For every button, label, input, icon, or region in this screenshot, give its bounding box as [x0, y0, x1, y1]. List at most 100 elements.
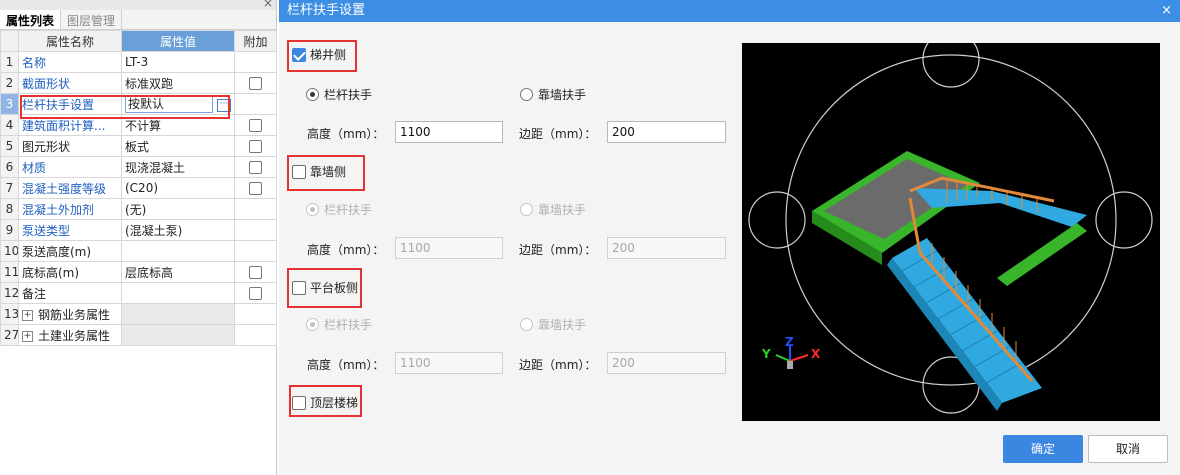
height-input[interactable]: 1100 — [395, 352, 503, 374]
margin-label: 边距（mm）： — [519, 127, 597, 141]
railing-setting-input[interactable]: 按默认 — [125, 95, 213, 113]
table-row[interactable]: 13 + 钢筋业务属性 — [0, 303, 277, 325]
radio-railing[interactable]: 栏杆扶手 — [306, 201, 372, 218]
checkbox-icon[interactable] — [292, 280, 306, 295]
close-icon[interactable]: × — [263, 0, 273, 10]
property-name[interactable]: + 土建业务属性 — [18, 324, 122, 346]
stair-3d-preview[interactable]: Z Y X — [742, 43, 1160, 421]
checkbox-icon[interactable] — [292, 164, 306, 179]
axis-label-z: Z — [785, 335, 794, 349]
property-value[interactable]: 板式 — [121, 135, 235, 157]
tab-layer-management[interactable]: 图层管理 — [61, 10, 123, 29]
margin-input[interactable]: 200 — [607, 121, 726, 143]
viewport-handle-top[interactable] — [922, 43, 980, 88]
property-value[interactable]: (C20) — [121, 177, 235, 199]
radio-railing[interactable]: 栏杆扶手 — [306, 316, 372, 333]
dialog-title-bar: 栏杆扶手设置 × — [279, 0, 1180, 22]
row-number: 9 — [0, 219, 19, 241]
group-label: 顶层楼梯 — [310, 396, 359, 410]
property-value — [121, 324, 235, 346]
table-row[interactable]: 4 建筑面积计算... 不计算 — [0, 114, 277, 136]
property-value — [121, 303, 235, 325]
extra-cell — [234, 114, 277, 136]
radio-icon[interactable] — [520, 203, 533, 216]
viewport-handle-left[interactable] — [748, 191, 806, 249]
property-value[interactable]: LT-3 — [121, 51, 235, 73]
radio-icon[interactable] — [520, 88, 533, 101]
property-name: 底标高(m) — [18, 261, 122, 283]
extra-checkbox[interactable] — [249, 140, 262, 153]
group-platform-side-checkbox[interactable]: 平台板侧 — [292, 279, 358, 296]
cancel-button[interactable]: 取消 — [1088, 435, 1168, 463]
table-row[interactable]: 8 混凝土外加剂 (无) — [0, 198, 277, 220]
extra-checkbox[interactable] — [249, 77, 262, 90]
extra-checkbox[interactable] — [249, 119, 262, 132]
tab-property-list[interactable]: 属性列表 — [0, 10, 62, 29]
table-row[interactable]: 27 + 土建业务属性 — [0, 324, 277, 346]
dialog-title: 栏杆扶手设置 — [287, 3, 366, 18]
table-row[interactable]: 1 名称 LT-3 — [0, 51, 277, 73]
column-header-value: 属性值 — [121, 30, 235, 52]
extra-checkbox[interactable] — [249, 266, 262, 279]
group-label: 靠墙侧 — [310, 165, 347, 179]
close-icon[interactable]: × — [1161, 0, 1172, 22]
height-input[interactable]: 1100 — [395, 237, 503, 259]
table-row[interactable]: 10 泵送高度(m) — [0, 240, 277, 262]
property-name: 泵送高度(m) — [18, 240, 122, 262]
table-row[interactable]: 6 材质 现浇混凝土 — [0, 156, 277, 178]
property-value[interactable]: 层底标高 — [121, 261, 235, 283]
side-beam — [997, 223, 1087, 286]
property-name: 泵送类型 — [18, 219, 122, 241]
height-input[interactable]: 1100 — [395, 121, 503, 143]
table-row[interactable]: 5 图元形状 板式 — [0, 135, 277, 157]
property-value[interactable]: 标准双跑 — [121, 72, 235, 94]
extra-cell — [234, 219, 277, 241]
property-value[interactable]: (无) — [121, 198, 235, 220]
margin-input[interactable]: 200 — [607, 352, 726, 374]
row-number: 3 — [0, 93, 19, 115]
expand-icon[interactable]: + — [22, 309, 33, 321]
property-value[interactable] — [121, 282, 235, 304]
group-label: 梯井侧 — [310, 48, 347, 62]
row-number: 7 — [0, 177, 19, 199]
property-value[interactable]: 不计算 — [121, 114, 235, 136]
table-row[interactable]: 9 泵送类型 (混凝土泵) — [0, 219, 277, 241]
column-header-extra: 附加 — [234, 30, 277, 52]
radio-icon[interactable] — [520, 318, 533, 331]
radio-icon[interactable] — [306, 203, 319, 216]
checkbox-icon[interactable] — [292, 395, 306, 410]
table-row[interactable]: 12 备注 — [0, 282, 277, 304]
property-name[interactable]: + 钢筋业务属性 — [18, 303, 122, 325]
margin-input[interactable]: 200 — [607, 237, 726, 259]
table-row[interactable]: 2 截面形状 标准双跑 — [0, 72, 277, 94]
table-row[interactable]: 7 混凝土强度等级 (C20) — [0, 177, 277, 199]
radio-wall-handrail[interactable]: 靠墙扶手 — [520, 201, 586, 218]
group-well-side-checkbox[interactable]: 梯井侧 — [292, 46, 346, 63]
margin-label: 边距（mm）： — [519, 358, 597, 372]
property-value[interactable]: (混凝土泵) — [121, 219, 235, 241]
checkbox-icon[interactable] — [292, 47, 306, 62]
confirm-button[interactable]: 确定 — [1003, 435, 1083, 463]
viewport-handle-right[interactable] — [1095, 191, 1153, 249]
property-value[interactable]: 按默认 ··· — [121, 93, 235, 115]
radio-icon[interactable] — [306, 318, 319, 331]
radio-wall-handrail[interactable]: 靠墙扶手 — [520, 86, 586, 103]
property-value[interactable] — [121, 240, 235, 262]
radio-icon[interactable] — [306, 88, 319, 101]
radio-wall-handrail[interactable]: 靠墙扶手 — [520, 316, 586, 333]
property-name: 截面形状 — [18, 72, 122, 94]
extra-checkbox[interactable] — [249, 161, 262, 174]
property-name: 栏杆扶手设置 — [18, 93, 122, 115]
radio-railing[interactable]: 栏杆扶手 — [306, 86, 372, 103]
property-value[interactable]: 现浇混凝土 — [121, 156, 235, 178]
expand-icon[interactable]: + — [22, 330, 33, 342]
table-row[interactable]: 3 栏杆扶手设置 按默认 ··· — [0, 93, 277, 115]
group-wall-side-checkbox[interactable]: 靠墙侧 — [292, 163, 346, 180]
top-floor-stair-checkbox[interactable]: 顶层楼梯 — [292, 394, 358, 411]
extra-cell — [234, 51, 277, 73]
more-options-button[interactable]: ··· — [217, 98, 231, 112]
height-label: 高度（mm）： — [307, 243, 385, 257]
extra-checkbox[interactable] — [249, 287, 262, 300]
extra-checkbox[interactable] — [249, 182, 262, 195]
table-row[interactable]: 11 底标高(m) 层底标高 — [0, 261, 277, 283]
